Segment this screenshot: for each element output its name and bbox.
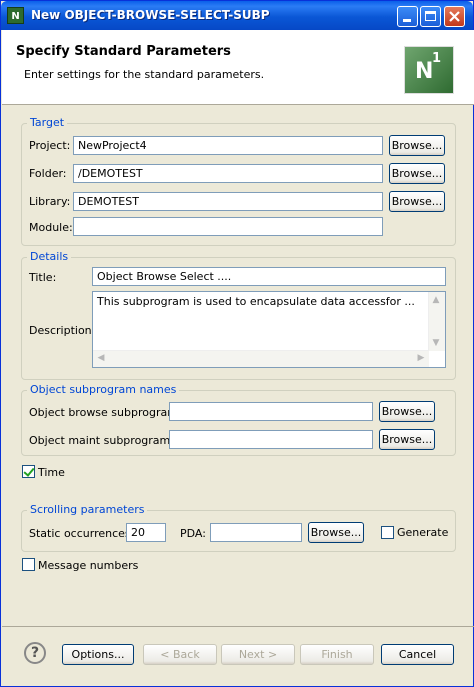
project-input[interactable]: NewProject4 [73, 136, 383, 155]
time-checkbox[interactable] [22, 465, 35, 478]
title-bar[interactable]: N New OBJECT-BROWSE-SELECT-SUBP [1, 1, 473, 30]
description-textarea[interactable]: This subprogram is used to encapsulate d… [92, 291, 446, 368]
back-button[interactable]: < Back [143, 644, 217, 665]
scrolling-parameters-legend: Scrolling parameters [27, 503, 148, 516]
generate-label: Generate [397, 526, 449, 539]
scroll-left-icon[interactable]: ◀ [94, 351, 108, 365]
next-button[interactable]: Next > [221, 644, 295, 665]
folder-input[interactable]: /DEMOTEST [73, 164, 383, 183]
natural-banner-icon: N 1 [404, 46, 454, 94]
folder-browse-button[interactable]: Browse... [389, 163, 445, 184]
browse-subprogram-input[interactable] [169, 402, 373, 421]
browse-subprogram-label: Object browse subprogram: [29, 406, 182, 419]
message-numbers-label: Message numbers [38, 559, 139, 572]
cancel-button[interactable]: Cancel [381, 644, 454, 665]
page-description: Enter settings for the standard paramete… [24, 68, 265, 81]
pda-label: PDA: [180, 527, 206, 540]
maximize-button[interactable] [420, 6, 441, 27]
window-title: New OBJECT-BROWSE-SELECT-SUBP [31, 8, 270, 22]
project-label: Project: [29, 139, 71, 152]
scroll-right-icon[interactable]: ▶ [414, 351, 428, 365]
description-text: This subprogram is used to encapsulate d… [97, 295, 415, 308]
title-label: Title: [29, 271, 57, 284]
generate-checkbox[interactable] [381, 526, 394, 539]
pda-input[interactable] [210, 523, 302, 542]
project-browse-button[interactable]: Browse... [389, 135, 445, 156]
browse-subprogram-browse-button[interactable]: Browse... [379, 401, 435, 422]
wizard-window: N New OBJECT-BROWSE-SELECT-SUBP Specify … [0, 0, 474, 687]
static-occurrences-input[interactable]: 20 [126, 523, 166, 542]
static-occurrences-label: Static occurrences: [29, 527, 135, 540]
title-input[interactable]: Object Browse Select .... [92, 267, 446, 286]
target-legend: Target [27, 116, 68, 129]
wizard-header: Specify Standard Parameters Enter settin… [2, 30, 474, 105]
description-label: Description: [29, 324, 96, 337]
scroll-up-icon[interactable]: ▲ [429, 293, 443, 307]
footer-separator [2, 626, 474, 627]
maint-subprogram-input[interactable] [169, 430, 373, 449]
description-vertical-scrollbar[interactable]: ▲ ▼ [428, 292, 445, 351]
pda-browse-button[interactable]: Browse... [308, 522, 364, 543]
help-icon[interactable]: ? [24, 642, 46, 664]
library-input[interactable]: DEMOTEST [73, 192, 383, 211]
page-title: Specify Standard Parameters [16, 44, 231, 59]
description-horizontal-scrollbar[interactable]: ◀ ▶ [93, 350, 429, 367]
maint-subprogram-browse-button[interactable]: Browse... [379, 429, 435, 450]
details-legend: Details [27, 250, 72, 263]
folder-label: Folder: [29, 167, 67, 180]
module-label: Module: [29, 221, 73, 234]
finish-button[interactable]: Finish [300, 644, 374, 665]
maint-subprogram-label: Object maint subprogram: [29, 434, 174, 447]
close-icon [449, 11, 460, 22]
scroll-down-icon[interactable]: ▼ [429, 336, 443, 350]
minimize-button[interactable] [397, 6, 418, 27]
subprogram-names-legend: Object subprogram names [27, 383, 180, 396]
message-numbers-checkbox[interactable] [22, 558, 35, 571]
options-button[interactable]: Options... [62, 644, 134, 665]
natural-app-icon: N [7, 7, 24, 24]
library-label: Library: [29, 195, 71, 208]
close-button[interactable] [444, 6, 465, 27]
library-browse-button[interactable]: Browse... [389, 191, 445, 212]
module-input[interactable] [73, 217, 383, 236]
time-label: Time [38, 466, 65, 479]
